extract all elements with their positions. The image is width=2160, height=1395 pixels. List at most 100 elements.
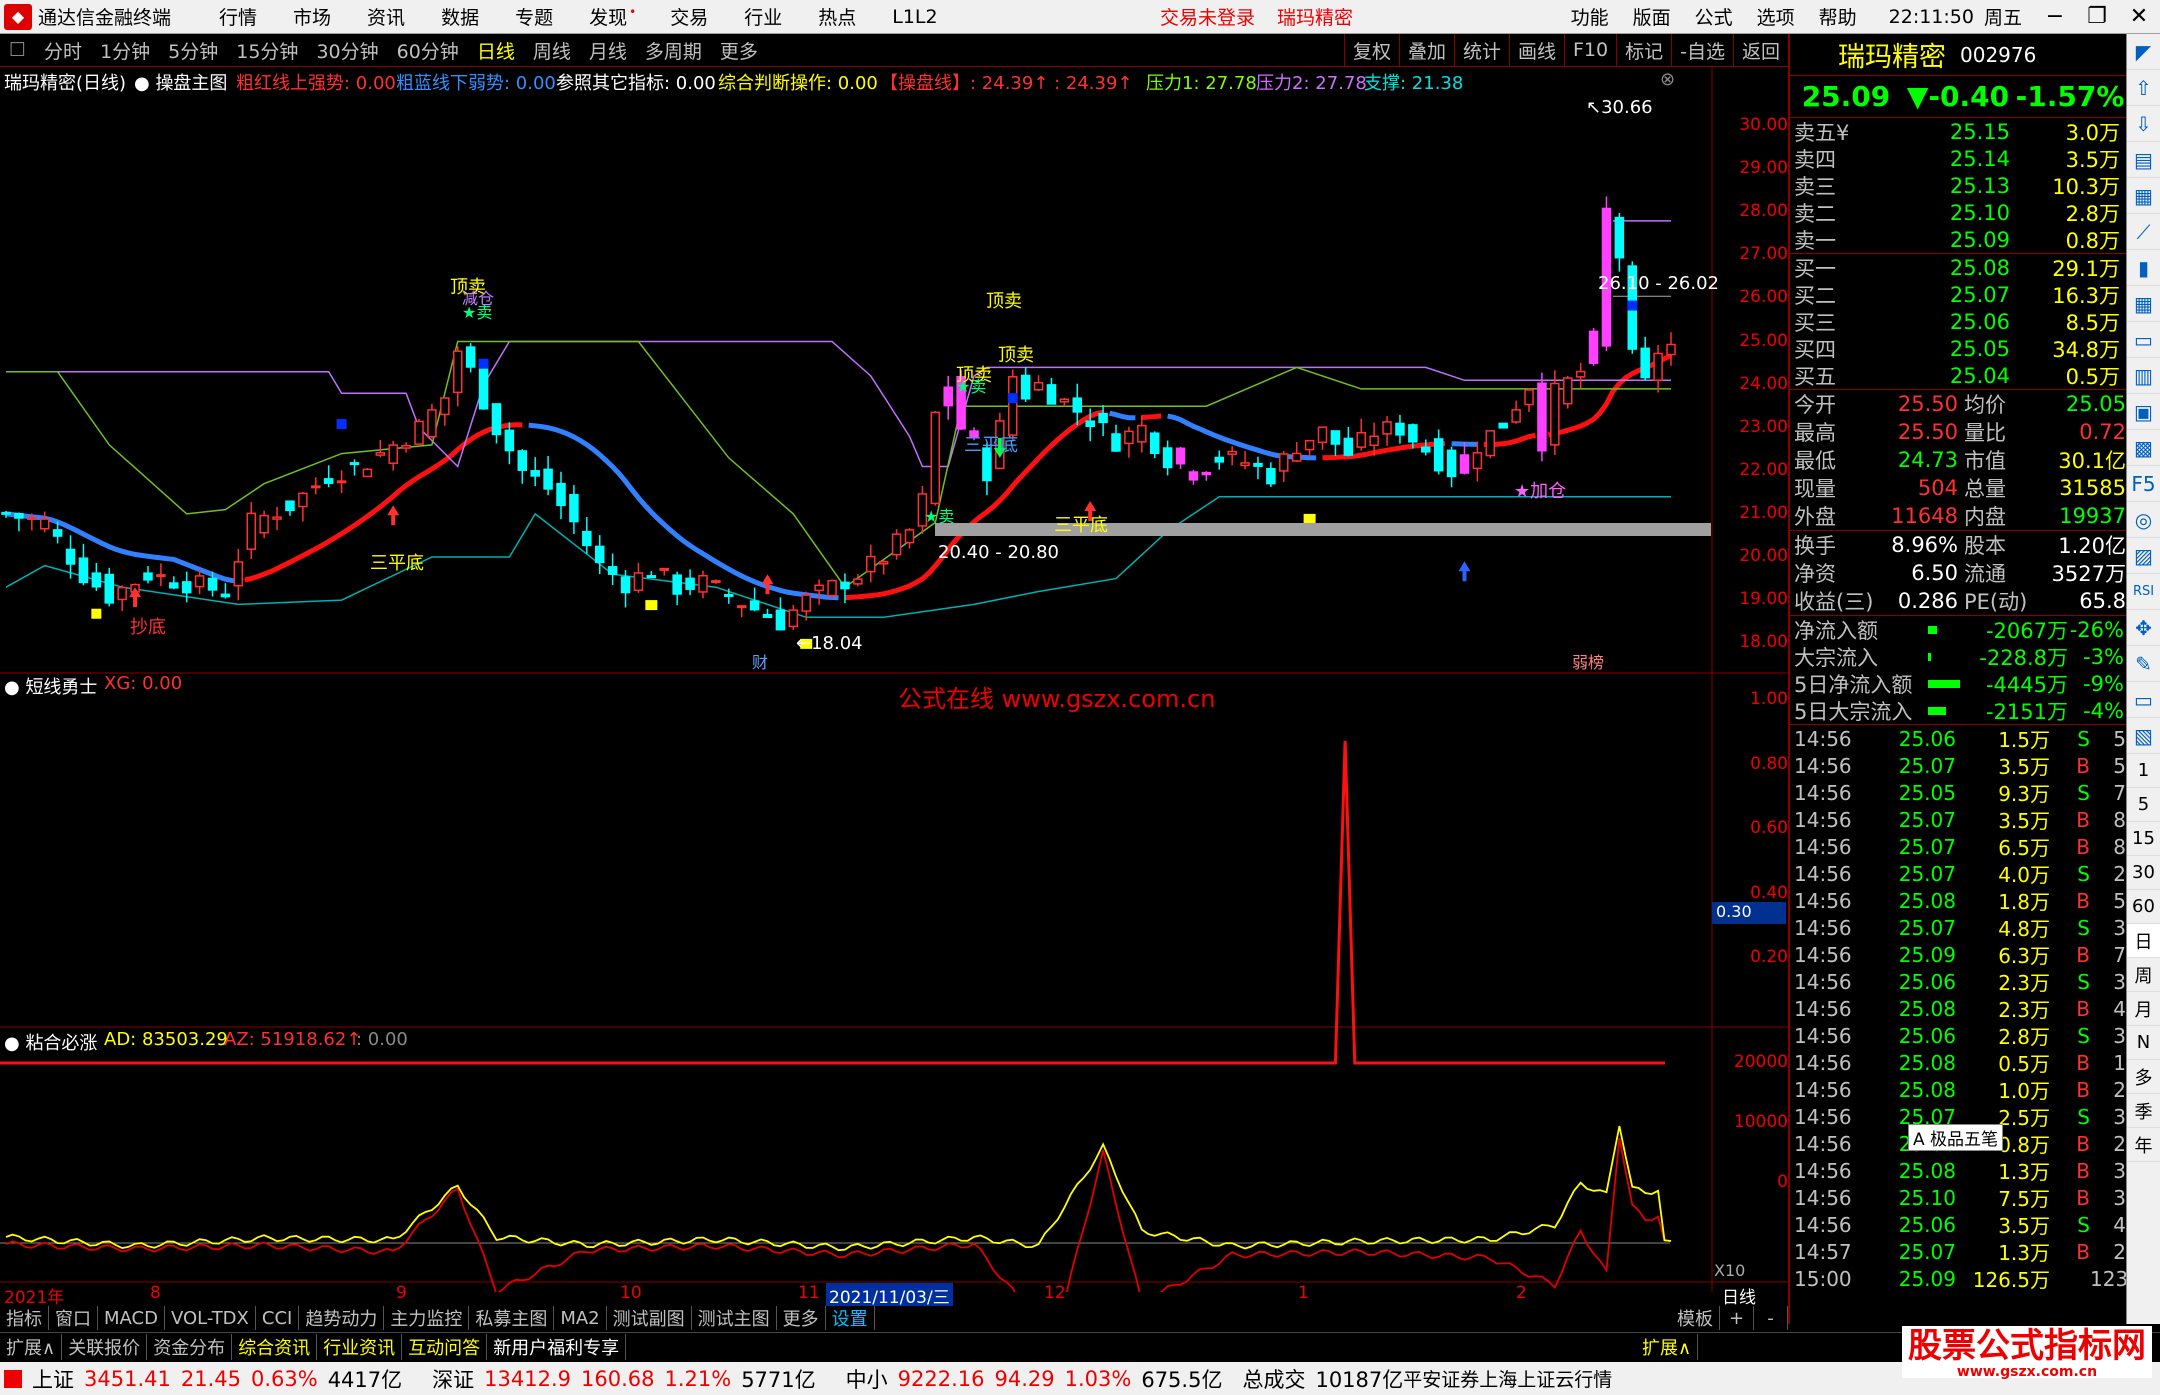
analysis-icon[interactable]: ▣ <box>2127 394 2160 430</box>
menu-item-function[interactable]: 功能 <box>1559 3 1621 30</box>
mark-button[interactable]: 标记 <box>1616 33 1671 67</box>
period-quarter-button[interactable]: 季 <box>2127 1094 2160 1128</box>
ask-row[interactable]: 卖二 25.10 2.8万 <box>1790 199 2126 226</box>
close-icon[interactable]: ✕ <box>2118 4 2160 29</box>
trade-login-status[interactable]: 交易未登录 <box>1160 3 1255 30</box>
period-day-button[interactable]: 日 <box>2127 924 2160 958</box>
menu-item-topic[interactable]: 专题 <box>497 3 571 30</box>
collapse-icon[interactable]: ◤ <box>2127 34 2160 70</box>
arrow-up-icon[interactable]: ⇧ <box>2127 70 2160 106</box>
chart2-icon[interactable]: ▨ <box>2127 538 2160 574</box>
fund-distribution-tab[interactable]: 资金分布 <box>147 1333 233 1360</box>
formula-icon[interactable]: ▩ <box>2127 430 2160 466</box>
sub2-title[interactable]: ● 粘合必涨 <box>4 1029 97 1055</box>
grid-icon[interactable]: ▦ <box>2127 286 2160 322</box>
line-chart-icon[interactable]: ⟋ <box>2127 214 2160 250</box>
tick-list[interactable]: 14:56 25.06 1.5万 S 5 14:56 25.07 3.5万 B 5 14:56 25.… <box>1790 725 2128 1293</box>
tab-main-force[interactable]: 主力监控 <box>384 1306 470 1330</box>
stats-button[interactable]: 统计 <box>1453 33 1509 67</box>
remove-watchlist-button[interactable]: -自选 <box>1671 33 1733 67</box>
f5-icon[interactable]: F5 <box>2127 466 2160 502</box>
sz-name[interactable]: 深证 <box>432 1364 474 1394</box>
period-30min[interactable]: 30分钟 <box>307 37 387 64</box>
new-user-benefits-tab[interactable]: 新用户福利专享 <box>487 1333 627 1360</box>
tab-macd[interactable]: MACD <box>98 1306 165 1330</box>
level2-icon[interactable]: ▤ <box>2127 142 2160 178</box>
sh-name[interactable]: 上证 <box>32 1364 74 1394</box>
tab-window[interactable]: 窗口 <box>49 1306 98 1330</box>
ime-popup[interactable]: A 极品五笔 <box>1908 1124 2004 1151</box>
bid-row[interactable]: 买二 25.07 16.3万 <box>1790 281 2126 308</box>
period-week-button[interactable]: 周 <box>2127 958 2160 992</box>
industry-news-tab[interactable]: 行业资讯 <box>317 1333 403 1360</box>
period-15min[interactable]: 15分钟 <box>227 37 307 64</box>
period-month-button[interactable]: 月 <box>2127 992 2160 1026</box>
period-60-button[interactable]: 60 <box>2127 890 2160 924</box>
chart-close-icon[interactable]: ⊗ <box>1660 69 1675 90</box>
menu-item-layout[interactable]: 版面 <box>1621 3 1683 30</box>
arrow-down-icon[interactable]: ⇩ <box>2127 106 2160 142</box>
menu-item-help[interactable]: 帮助 <box>1807 3 1869 30</box>
period-1min[interactable]: 1分钟 <box>91 37 159 64</box>
overlay-button[interactable]: 叠加 <box>1398 33 1454 67</box>
period-15-button[interactable]: 15 <box>2127 822 2160 856</box>
f10-button[interactable]: F10 <box>1564 33 1616 67</box>
ask-row[interactable]: 卖四 25.14 3.5万 <box>1790 145 2126 172</box>
period-n-button[interactable]: N <box>2127 1026 2160 1060</box>
menu-item-market[interactable]: 市场 <box>275 3 349 30</box>
tab-more[interactable]: 更多 <box>777 1306 826 1330</box>
picture-icon[interactable]: ▧ <box>2127 718 2160 754</box>
tab-cci[interactable]: CCI <box>256 1306 300 1330</box>
menu-item-data[interactable]: 数据 <box>423 3 497 30</box>
move-icon[interactable]: ✥ <box>2127 610 2160 646</box>
f10-icon[interactable]: ▭ <box>2127 322 2160 358</box>
tab-settings[interactable]: 设置 <box>826 1306 875 1330</box>
record-icon[interactable]: ◎ <box>2127 502 2160 538</box>
period-60min[interactable]: 60分钟 <box>388 37 468 64</box>
tab-test-main[interactable]: 测试主图 <box>692 1306 777 1330</box>
menu-item-discover[interactable]: 发现 <box>571 3 652 30</box>
back-button[interactable]: 返回 <box>1732 33 1788 67</box>
bid-row[interactable]: 买三 25.06 8.5万 <box>1790 308 2126 335</box>
period-monthly[interactable]: 月线 <box>580 37 636 64</box>
period-item[interactable]: ☐ <box>0 39 35 61</box>
period-5min[interactable]: 5分钟 <box>159 37 227 64</box>
general-news-tab[interactable]: 综合资讯 <box>232 1333 318 1360</box>
period-1-button[interactable]: 1 <box>2127 754 2160 788</box>
tab-indicator[interactable]: 指标 <box>0 1306 49 1330</box>
minimize-icon[interactable]: − <box>2034 4 2076 29</box>
period-30-button[interactable]: 30 <box>2127 856 2160 890</box>
pen-icon[interactable]: ✎ <box>2127 646 2160 682</box>
chart-svg[interactable] <box>0 67 1788 1292</box>
tab-ma2[interactable]: MA2 <box>554 1306 607 1330</box>
qa-tab[interactable]: 互动问答 <box>402 1333 488 1360</box>
chart-area[interactable]: 瑞玛精密(日线) ● 操盘主图 粗红线上强势: 0.00 粗蓝线下弱势: 0.0… <box>0 67 1788 1308</box>
add-window-button[interactable]: + <box>1720 1306 1754 1330</box>
period-year-button[interactable]: 年 <box>2127 1128 2160 1162</box>
menu-item-hot[interactable]: 热点 <box>800 3 874 30</box>
period-5-button[interactable]: 5 <box>2127 788 2160 822</box>
f10-graphic-button[interactable]: 扩展∧ <box>1636 1333 1699 1360</box>
draw-line-button[interactable]: 画线 <box>1508 33 1564 67</box>
bid-row[interactable]: 买四 25.05 34.8万 <box>1790 335 2126 362</box>
related-quotes-tab[interactable]: 关联报价 <box>62 1333 148 1360</box>
zx-name[interactable]: 中小 <box>846 1364 888 1394</box>
period-more[interactable]: 更多 <box>711 37 767 64</box>
table-icon[interactable]: ▦ <box>2127 178 2160 214</box>
menu-item-trade[interactable]: 交易 <box>652 3 726 30</box>
candle-icon[interactable]: ▮ <box>2127 250 2160 286</box>
tile-icon[interactable]: ▥ <box>2127 358 2160 394</box>
bid-row[interactable]: 买一 25.08 29.1万 <box>1790 254 2126 281</box>
fs-icon[interactable]: ▭ <box>2127 682 2160 718</box>
finance-marker[interactable]: 财 <box>752 649 768 673</box>
period-daily[interactable]: 日线 <box>468 37 524 64</box>
tab-vol-tdx[interactable]: VOL-TDX <box>165 1306 256 1330</box>
weak-list-marker[interactable]: 弱榜 <box>1572 649 1604 673</box>
menu-item-formula[interactable]: 公式 <box>1683 3 1745 30</box>
tab-private-main[interactable]: 私募主图 <box>469 1306 555 1330</box>
main-formula-name[interactable]: ● 操盘主图 <box>134 69 227 95</box>
sub1-title[interactable]: ● 短线勇士 <box>4 673 97 699</box>
rights-adjust-button[interactable]: 复权 <box>1343 33 1399 67</box>
period-multi[interactable]: 多周期 <box>636 37 711 64</box>
bid-row[interactable]: 买五 25.04 0.5万 <box>1790 362 2126 389</box>
